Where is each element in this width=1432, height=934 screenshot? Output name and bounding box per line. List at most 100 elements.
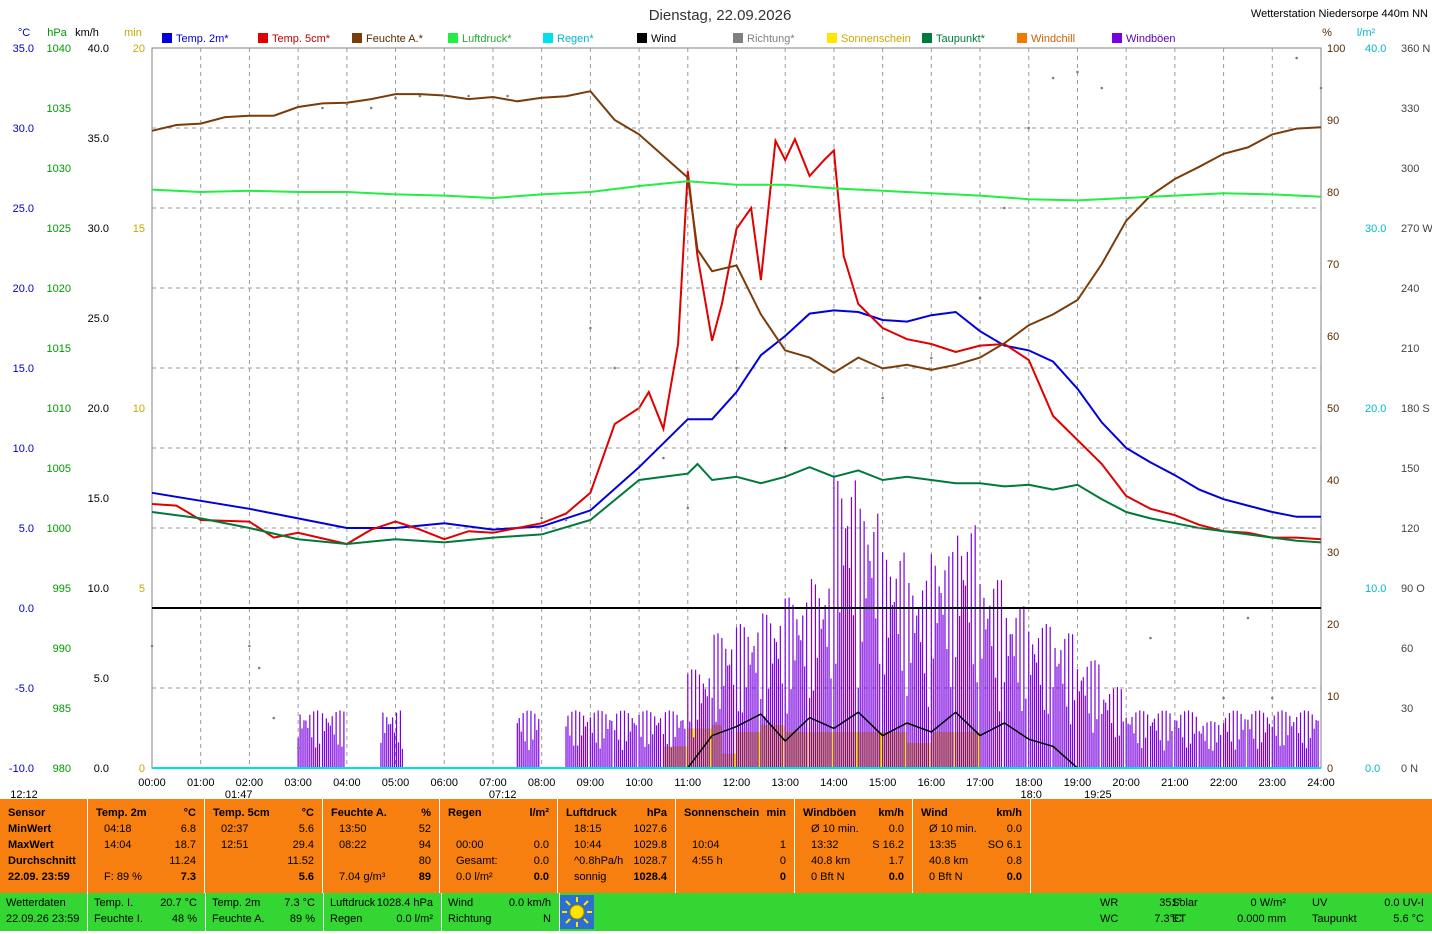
stats-label: Ø 10 min.: [929, 823, 977, 835]
reading-value: 7.3 °C: [284, 897, 315, 909]
axis-unit-label: min: [124, 27, 142, 39]
direction-point: [257, 666, 261, 670]
stats-column: Feuchte A.% 13:50 52 08:22 94 80 7.04 g/m³ 89: [323, 799, 440, 893]
stats-label: 18:15: [574, 823, 602, 835]
direction-point: [930, 356, 933, 360]
direction-point: [540, 516, 543, 520]
humidity-tick-label: 30: [1327, 547, 1339, 559]
stats-column: Sonnenschein min 10:04 1 4:55 h 0 0: [676, 799, 795, 893]
stats-value: 1028.7: [633, 855, 667, 867]
reading-value: N: [543, 913, 551, 925]
stats-column: Sensor MinWert MaxWert Durchschnitt 22.09. 2…: [0, 799, 88, 893]
legend-entry: Windböen: [1126, 33, 1176, 45]
reading-label: Feuchte I.: [94, 913, 143, 925]
stats-value: 1.7: [888, 855, 904, 867]
time-tick-label: 19:00: [1064, 777, 1092, 789]
stats-label: ^0.8hPa/h: [574, 855, 624, 867]
stats-label: 40.8 km: [929, 855, 969, 867]
reading-label: Wind: [448, 897, 474, 909]
reading-group: Wetterdaten 22.09.26 23:59: [0, 893, 88, 931]
pressure-tick-label: 1030: [47, 163, 71, 175]
stats-label: Windböen: [803, 807, 857, 819]
time-tick-label: 09:00: [577, 777, 605, 789]
legend-swatch: [733, 33, 743, 43]
stats-label: 02:37: [221, 823, 249, 835]
legend-entry: Sonnenschein: [841, 33, 911, 45]
stats-label: 14:04: [104, 839, 132, 851]
stats-label: 0 Bft N: [811, 871, 845, 883]
event-time-label: 07:12: [489, 789, 517, 799]
time-tick-label: 00:00: [138, 777, 166, 789]
humidity-tick-label: 80: [1327, 187, 1339, 199]
wind-tick-label: 5.0: [94, 673, 109, 685]
time-tick-label: 10:00: [625, 777, 653, 789]
time-tick-label: 20:00: [1112, 777, 1140, 789]
time-tick-label: 22:00: [1210, 777, 1238, 789]
reading-group: Temp. I. 20.7 °C Feuchte I. 48 %: [88, 893, 206, 931]
weather-chart: 35.0 30.0 25.0 20.0 15.0 10.0 5.0 0.0 -5.0 -10.0 1…: [9, 7, 1432, 799]
direction-point: [1173, 726, 1177, 730]
rain-tick-label: 0.0: [1365, 763, 1380, 775]
humidity-tick-label: 60: [1327, 331, 1339, 343]
pressure-tick-label: 980: [53, 763, 71, 775]
humidity-tick-label: 90: [1327, 115, 1339, 127]
humidity-tick-label: 50: [1327, 403, 1339, 415]
direction-point: [662, 456, 665, 460]
direction-point: [686, 506, 690, 510]
direction-point: [1270, 696, 1274, 700]
sun-tick-label: 20: [133, 43, 145, 55]
stats-label: 00:00: [456, 839, 484, 851]
stats-value: 7.3: [180, 871, 196, 883]
reading-value: 20.7 °C: [160, 897, 197, 909]
direction-tick-label: 0 N: [1401, 763, 1418, 775]
pressure-tick-label: 985: [53, 703, 71, 715]
reading-group: UV 0.0 UV-I Taupunkt 5.6 °C: [1306, 893, 1432, 931]
reading-label: Temp. 2m: [212, 897, 261, 909]
direction-point: [1149, 636, 1152, 640]
time-tick-label: 15:00: [869, 777, 897, 789]
stats-label: sonnig: [574, 871, 607, 883]
rain-tick-label: 30.0: [1365, 223, 1386, 235]
direction-point: [248, 644, 251, 648]
sun-tick-label: 0: [139, 763, 145, 775]
event-time-label: 12:12: [10, 789, 38, 799]
direction-point: [589, 326, 592, 330]
reading-value: 0.0 UV-I: [1384, 897, 1424, 909]
stats-column: Luftdruck hPa 18:15 1027.6 10:44 1029.8 ^0.8hP…: [558, 799, 676, 893]
time-tick-label: 14:00: [820, 777, 848, 789]
temp-tick-label: 5.0: [19, 523, 34, 535]
direction-tick-label: 330: [1401, 103, 1419, 115]
direction-point: [881, 396, 884, 400]
stats-label: 7.04 g/m³: [339, 871, 386, 883]
stats-value: l/m²: [529, 807, 549, 819]
reading-label: Luftdruck: [330, 897, 376, 909]
legend-entry: Temp. 2m*: [176, 33, 229, 45]
current-readings-bar: Wetterdaten 22.09.26 23:59 Temp. I. 20.7 °C…: [0, 893, 1432, 931]
wind-tick-label: 15.0: [88, 493, 109, 505]
reading-label: Temp. I.: [94, 897, 134, 909]
stats-value: 0.0: [533, 871, 549, 883]
reading-group: Temp. 2m 7.3 °C Feuchte A. 89 %: [206, 893, 324, 931]
stats-label: 13:50: [339, 823, 367, 835]
legend-entry: Richtung*: [747, 33, 795, 45]
stats-value: 89: [418, 871, 431, 883]
time-tick-label: 12:00: [723, 777, 751, 789]
pressure-tick-label: 1025: [47, 223, 71, 235]
wind-tick-label: 25.0: [88, 313, 109, 325]
axis-unit-label: °C: [18, 27, 30, 39]
reading-value: 0 W/m²: [1250, 897, 1286, 909]
stats-label: 04:18: [104, 823, 132, 835]
direction-point: [783, 446, 787, 450]
rain-tick-label: 20.0: [1365, 403, 1386, 415]
stats-column: Wind km/h Ø 10 min. 0.0 13:35 SO 6.1 40.8 km 0.…: [913, 799, 1031, 893]
stats-value: 52: [418, 823, 431, 835]
rain-tick-label: 10.0: [1365, 583, 1386, 595]
temp-tick-label: 15.0: [13, 363, 34, 375]
reading-label: Regen: [330, 913, 363, 925]
reading-value: 1028.4 hPa: [376, 897, 433, 909]
direction-point: [1197, 526, 1201, 530]
stats-label: 08:22: [339, 839, 367, 851]
direction-point: [613, 366, 617, 370]
direction-point: [1319, 86, 1323, 90]
reading-label: 22.09.26 23:59: [6, 913, 80, 925]
